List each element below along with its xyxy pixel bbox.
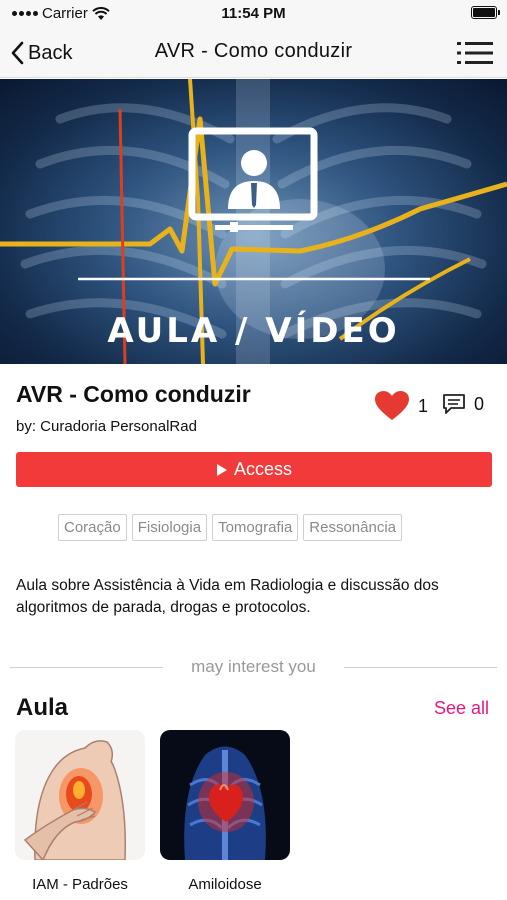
thumbnail-heart-anatomy: [160, 730, 290, 860]
tag-tomografia[interactable]: Tomografia: [212, 514, 299, 541]
nav-bar: Back AVR - Como conduzir: [0, 28, 507, 78]
course-description: Aula sobre Assistência à Vida em Radiolo…: [16, 577, 439, 616]
divider-label: may interest you: [191, 657, 316, 676]
comment-icon: [443, 394, 465, 414]
author-line: by: Curadoria PersonalRad: [16, 418, 197, 435]
heart-icon: [375, 391, 409, 420]
tag-fisiologia[interactable]: Fisiologia: [131, 514, 208, 541]
like-count: 1: [418, 395, 429, 416]
tag-coracao[interactable]: Coração: [58, 514, 127, 541]
section-title: Aula: [16, 694, 69, 721]
related-card-amiloidose[interactable]: Amiloidose: [160, 730, 290, 893]
thumbnail-chest-pain: [15, 730, 145, 860]
tag-ressonancia[interactable]: Ressonância: [303, 514, 402, 541]
access-button[interactable]: Access: [16, 452, 492, 487]
status-time: 11:54 PM: [221, 5, 286, 22]
card-label: Amiloidose: [188, 876, 262, 893]
related-card-iam[interactable]: IAM - Padrões: [15, 730, 145, 893]
status-bar: Carrier 11:54 PM: [0, 0, 507, 28]
course-title: AVR - Como conduzir: [16, 381, 251, 407]
tag-list: Coração Fisiologia Tomografia Ressonânci…: [58, 514, 402, 541]
nav-title: AVR - Como conduzir: [154, 40, 353, 62]
play-icon: [216, 463, 227, 476]
card-label: IAM - Padrões: [32, 876, 128, 893]
access-label: Access: [233, 459, 293, 479]
comment-count: 0: [474, 393, 485, 414]
hero-banner: AULA / VÍDEO: [0, 79, 507, 364]
like-button[interactable]: 1: [374, 390, 428, 422]
hero-caption: AULA / VÍDEO: [107, 311, 400, 351]
battery-icon: [471, 6, 500, 19]
list-menu-icon[interactable]: [457, 40, 493, 66]
comments-button[interactable]: 0: [442, 393, 484, 415]
see-all-link[interactable]: See all: [434, 698, 489, 719]
